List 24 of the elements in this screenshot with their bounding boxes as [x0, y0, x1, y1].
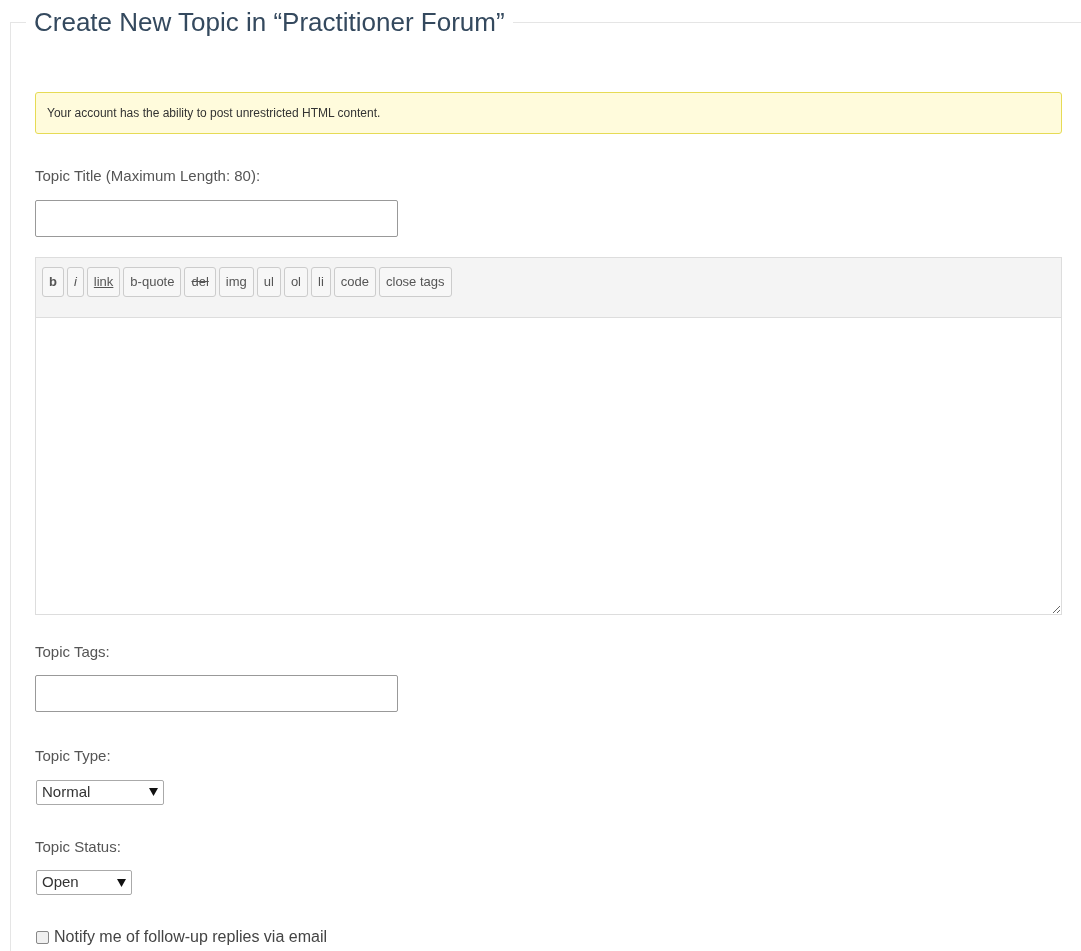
- format-button[interactable]: ol: [283, 266, 308, 297]
- format-button[interactable]: b: [42, 266, 64, 297]
- dropdown[interactable]: Open: [36, 870, 132, 895]
- dropdown-arrow-icon: [117, 878, 126, 887]
- checkbox[interactable]: [36, 930, 49, 944]
- field-label: Topic Status:: [35, 836, 122, 857]
- field-label: Topic Title (Maximum Length: 80):: [35, 166, 262, 186]
- dropdown[interactable]: Normal: [36, 779, 164, 805]
- checkbox-label: Notify me of follow-up replies via email: [54, 927, 327, 947]
- format-button[interactable]: del: [184, 266, 216, 297]
- format-button[interactable]: code: [333, 266, 376, 297]
- title-input[interactable]: [35, 199, 398, 237]
- dropdown-arrow-icon: [149, 788, 158, 796]
- format-button[interactable]: img: [218, 266, 254, 297]
- format-button[interactable]: i: [66, 266, 84, 297]
- notice-banner: Your account has the ability to post unrestricted HTML content.: [35, 92, 1062, 134]
- format-button[interactable]: link: [86, 266, 121, 297]
- format-button[interactable]: li: [311, 266, 331, 297]
- field-label: Topic Type:: [35, 746, 112, 766]
- format-button[interactable]: close tags: [379, 266, 452, 297]
- field-label: Topic Tags:: [35, 641, 111, 662]
- format-button[interactable]: ul: [256, 266, 281, 297]
- format-button[interactable]: b-quote: [123, 266, 182, 297]
- tags-input[interactable]: [35, 675, 398, 712]
